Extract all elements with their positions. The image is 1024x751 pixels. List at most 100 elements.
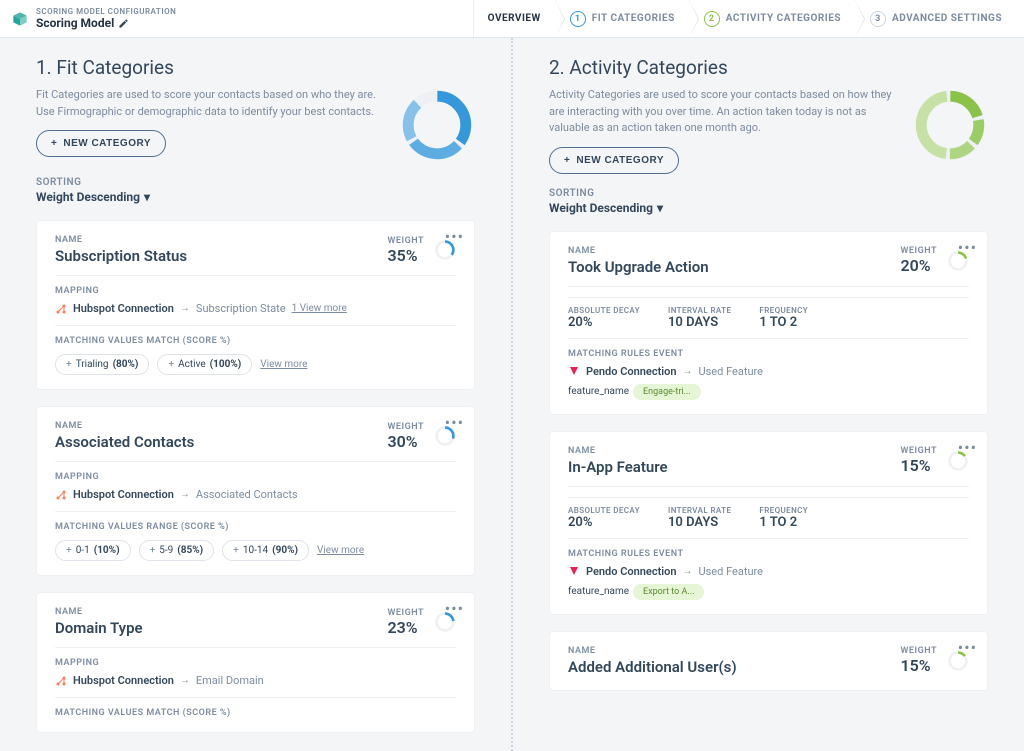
- sorting-value-text: Weight Descending: [549, 201, 653, 215]
- value-chip[interactable]: + 10-14 (90%): [222, 540, 309, 561]
- activity-section-desc: Activity Categories are used to score yo…: [549, 87, 896, 137]
- pendo-icon: [568, 565, 580, 577]
- name-label: NAME: [55, 421, 194, 431]
- frequency-label: FREQUENCY: [759, 306, 808, 315]
- tab-label: ACTIVITY CATEGORIES: [726, 13, 841, 24]
- card-name: Took Upgrade Action: [568, 258, 709, 276]
- pendo-icon: [568, 365, 580, 377]
- view-more-link[interactable]: View more: [317, 545, 364, 556]
- new-category-button[interactable]: + NEW CATEGORY: [549, 147, 679, 174]
- value-chip[interactable]: + 5-9 (85%): [139, 540, 215, 561]
- value-chip[interactable]: + Trialing (80%): [55, 354, 149, 375]
- card-menu-icon[interactable]: •••: [958, 438, 977, 457]
- sorting-dropdown[interactable]: Weight Descending ▾: [36, 190, 475, 204]
- mapping-target: Email Domain: [196, 674, 264, 687]
- card-name: Subscription Status: [55, 247, 187, 265]
- feature-name-label: feature_name: [568, 586, 629, 597]
- mapping-source: Hubspot Connection: [73, 302, 174, 315]
- header-title-text: Scoring Model: [36, 16, 114, 30]
- arrow-right-icon: →: [180, 303, 190, 314]
- card-weight: 35%: [388, 246, 424, 265]
- arrow-right-icon: →: [683, 566, 693, 577]
- tab-label: FIT CATEGORIES: [592, 13, 675, 24]
- card-weight: 20%: [901, 256, 937, 275]
- tab-activity-categories[interactable]: 2 ACTIVITY CATEGORIES: [689, 0, 855, 37]
- fit-column: 1. Fit Categories Fit Categories are use…: [0, 38, 513, 751]
- hubspot-icon: [55, 675, 67, 687]
- interval-label: INTERVAL RATE: [668, 506, 731, 515]
- plus-icon: +: [51, 138, 57, 149]
- view-more-link[interactable]: 1 View more: [292, 303, 347, 314]
- feature-tag: Export to A...: [633, 584, 704, 600]
- card-name: Added Additional User(s): [568, 658, 737, 676]
- weight-label: WEIGHT: [388, 236, 424, 246]
- weight-label: WEIGHT: [901, 446, 937, 456]
- feature-tag: Engage-tri...: [633, 384, 701, 400]
- value-chip[interactable]: + 0-1 (10%): [55, 540, 131, 561]
- interval-label: INTERVAL RATE: [668, 306, 731, 315]
- chevron-down-icon: ▾: [144, 190, 150, 204]
- plus-icon: +: [66, 359, 72, 370]
- matching-label: MATCHING VALUES MATCH (SCORE %): [55, 708, 456, 718]
- mapping-label: MAPPING: [55, 658, 456, 668]
- fit-section-desc: Fit Categories are used to score your co…: [36, 87, 383, 120]
- rule-target: Used Feature: [699, 565, 763, 578]
- rule-source: Pendo Connection: [586, 365, 677, 378]
- card-menu-icon[interactable]: •••: [445, 227, 464, 246]
- button-label: NEW CATEGORY: [576, 155, 664, 166]
- decay-value: 20%: [568, 315, 640, 330]
- activity-card: ••• NAME Took Upgrade Action WEIGHT 20% …: [549, 231, 988, 415]
- activity-column: 2. Activity Categories Activity Categori…: [513, 38, 1024, 751]
- fit-donut-chart: [399, 87, 475, 163]
- card-menu-icon[interactable]: •••: [958, 238, 977, 257]
- tab-advanced-settings[interactable]: 3 ADVANCED SETTINGS: [855, 0, 1016, 37]
- fit-card: ••• NAME Subscription Status WEIGHT 35% …: [36, 220, 475, 390]
- card-weight: 30%: [388, 432, 424, 451]
- tab-fit-categories[interactable]: 1 FIT CATEGORIES: [555, 0, 689, 37]
- rule-source: Pendo Connection: [586, 565, 677, 578]
- weight-label: WEIGHT: [901, 246, 937, 256]
- card-menu-icon[interactable]: •••: [445, 413, 464, 432]
- sorting-dropdown[interactable]: Weight Descending ▾: [549, 201, 988, 215]
- mapping-target: Associated Contacts: [196, 488, 298, 501]
- step-number-icon: 2: [704, 11, 720, 27]
- frequency-label: FREQUENCY: [759, 506, 808, 515]
- new-category-button[interactable]: + NEW CATEGORY: [36, 130, 166, 157]
- sorting-label: SORTING: [36, 177, 475, 188]
- rules-event-label: MATCHING RULES EVENT: [568, 349, 969, 359]
- header-title: Scoring Model: [36, 16, 176, 30]
- tab-label: OVERVIEW: [488, 13, 541, 24]
- plus-icon: +: [66, 545, 72, 556]
- view-more-link[interactable]: View more: [260, 359, 307, 370]
- header-subtitle: SCORING MODEL CONFIGURATION: [36, 7, 176, 16]
- mapping-target: Subscription State: [196, 302, 286, 315]
- interval-value: 10 DAYS: [668, 315, 731, 330]
- button-label: NEW CATEGORY: [63, 138, 151, 149]
- weight-label: WEIGHT: [388, 422, 424, 432]
- weight-label: WEIGHT: [901, 646, 937, 656]
- interval-value: 10 DAYS: [668, 515, 731, 530]
- header-bar: SCORING MODEL CONFIGURATION Scoring Mode…: [0, 0, 1024, 38]
- value-chip[interactable]: + Active (100%): [157, 354, 252, 375]
- header-title-block: SCORING MODEL CONFIGURATION Scoring Mode…: [8, 7, 176, 30]
- card-name: In-App Feature: [568, 458, 668, 476]
- plus-icon: +: [233, 545, 239, 556]
- hubspot-icon: [55, 303, 67, 315]
- plus-icon: +: [564, 155, 570, 166]
- card-weight: 15%: [901, 456, 937, 475]
- step-number-icon: 3: [870, 11, 886, 27]
- mapping-label: MAPPING: [55, 286, 456, 296]
- chevron-down-icon: ▾: [657, 201, 663, 215]
- name-label: NAME: [55, 235, 187, 245]
- name-label: NAME: [55, 607, 143, 617]
- edit-icon[interactable]: [118, 18, 129, 29]
- weight-label: WEIGHT: [388, 608, 424, 618]
- rules-event-label: MATCHING RULES EVENT: [568, 549, 969, 559]
- mapping-source: Hubspot Connection: [73, 674, 174, 687]
- decay-label: ABSOLUTE DECAY: [568, 306, 640, 315]
- rule-target: Used Feature: [699, 365, 763, 378]
- card-menu-icon[interactable]: •••: [958, 638, 977, 657]
- plus-icon: +: [150, 545, 156, 556]
- tab-overview[interactable]: OVERVIEW: [473, 0, 555, 37]
- card-menu-icon[interactable]: •••: [445, 599, 464, 618]
